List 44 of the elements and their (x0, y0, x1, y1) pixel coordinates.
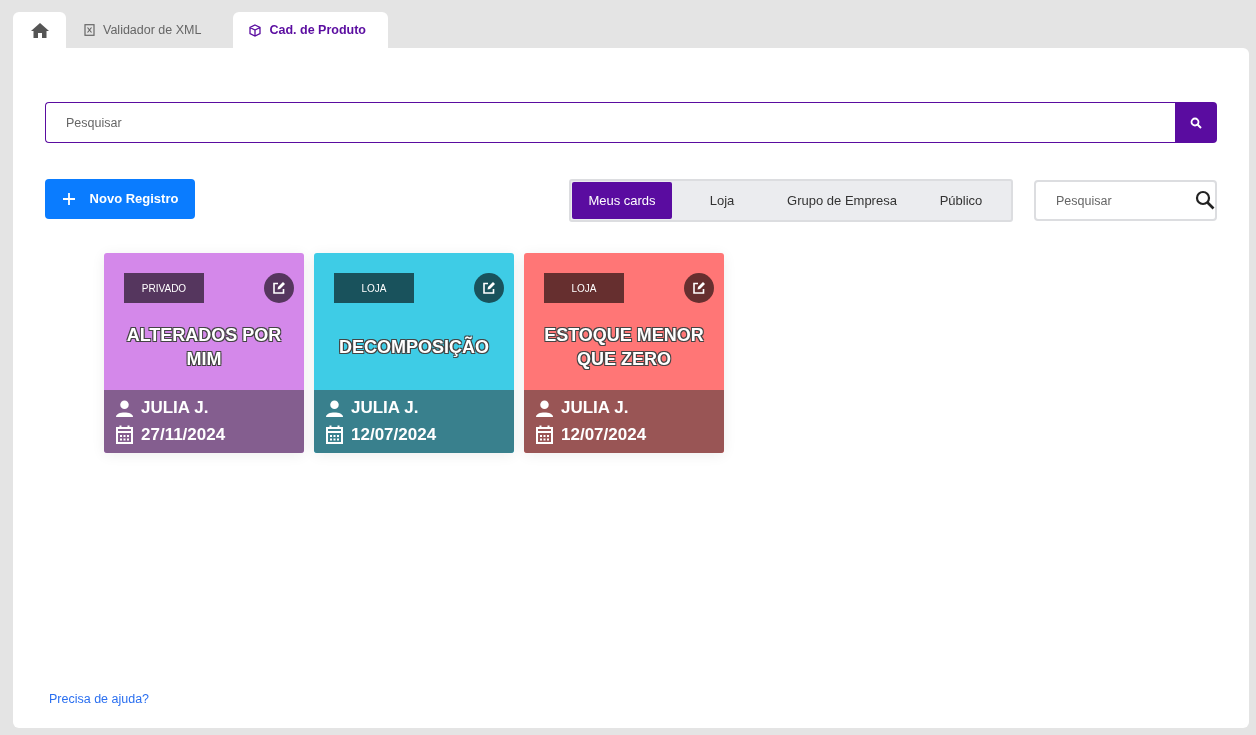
filter-tab[interactable]: Grupo de Empresa (772, 182, 912, 219)
author-name: JULIA J. (141, 398, 209, 419)
edit-icon (692, 281, 706, 295)
card-date: 12/07/2024 (351, 424, 437, 445)
new-record-button[interactable]: Novo Registro (45, 178, 195, 219)
edit-button[interactable] (474, 273, 504, 303)
file-icon (84, 24, 95, 36)
filter-tab[interactable]: Meus cards (572, 182, 672, 219)
card[interactable]: LOJA ESTOQUE MENOR QUE ZERO JULIA J. 12/07/2024 (524, 253, 724, 453)
plus-icon (61, 191, 76, 206)
filter-tab[interactable]: Público (912, 182, 1010, 219)
tab[interactable] (13, 12, 66, 48)
home-icon (29, 21, 50, 39)
card[interactable]: LOJA DECOMPOSIÇÃO JULIA J. 12/07/2024 (314, 253, 514, 453)
cube-icon (249, 23, 262, 37)
card-title: DECOMPOSIÇÃO (338, 335, 490, 359)
tab[interactable]: Cad. de Produto (233, 12, 388, 48)
calendar-icon (326, 425, 343, 445)
edit-icon (272, 281, 286, 295)
calendar-icon (536, 425, 553, 445)
edit-icon (482, 281, 496, 295)
edit-button[interactable] (264, 273, 294, 303)
user-icon (116, 399, 133, 417)
author-name: JULIA J. (561, 398, 629, 419)
author-name: JULIA J. (351, 398, 419, 419)
help-link[interactable]: Precisa de ajuda? (45, 692, 150, 706)
user-icon (536, 399, 553, 417)
search-field[interactable]: Pesquisar (45, 102, 1175, 143)
card[interactable]: PRIVADO ALTERADOS POR MIM JULIA J. 27/11/2024 (104, 253, 304, 453)
search-icon (1195, 190, 1215, 210)
tag-label: LOJA (334, 273, 414, 303)
card-title: ESTOQUE MENOR QUE ZERO (543, 323, 705, 371)
tag-label: PRIVADO (124, 273, 204, 303)
search-icon (1190, 116, 1202, 129)
card-date: 12/07/2024 (561, 424, 647, 445)
calendar-icon (116, 425, 133, 445)
card-title: ALTERADOS POR MIM (125, 323, 283, 371)
edit-button[interactable] (684, 273, 714, 303)
tag-label: LOJA (544, 273, 624, 303)
tab[interactable]: Validador de XML (68, 12, 226, 48)
filter-tab[interactable]: Loja (672, 182, 772, 219)
card-date: 27/11/2024 (141, 424, 226, 445)
user-icon (326, 399, 343, 417)
search-button[interactable] (1175, 102, 1217, 143)
